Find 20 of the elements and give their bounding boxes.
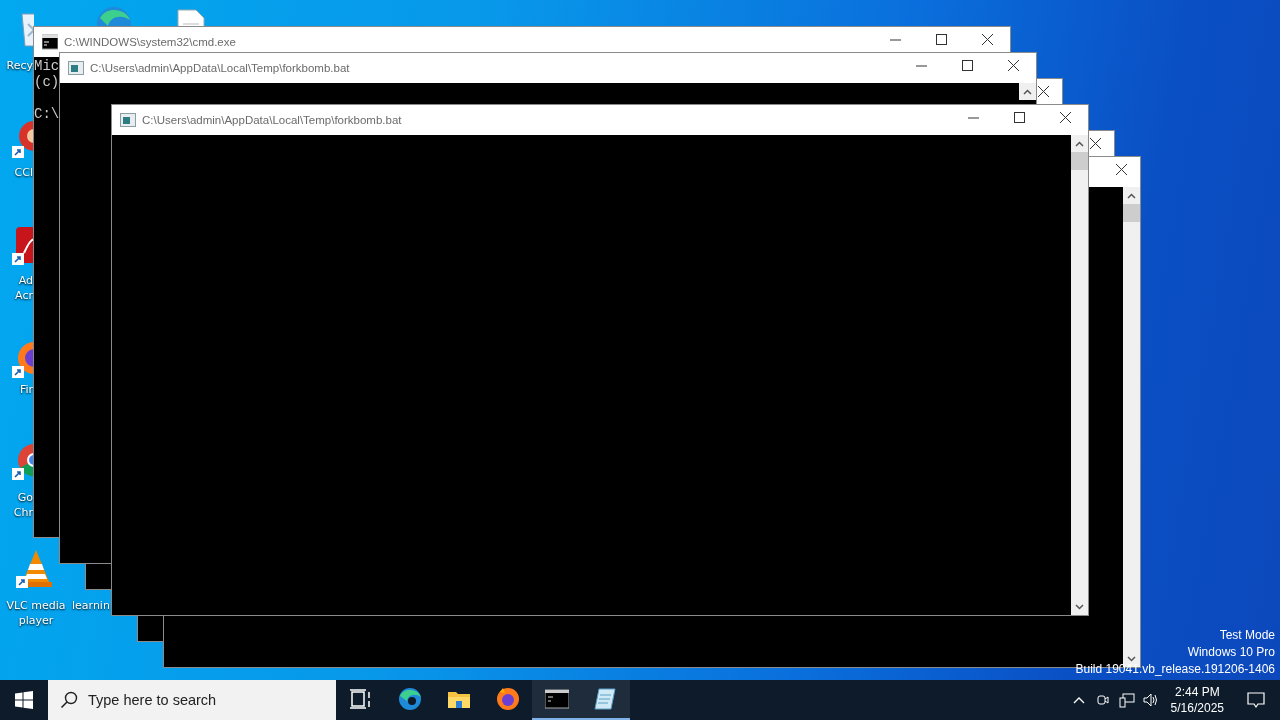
console-text: Mic (34, 58, 60, 74)
window-title: C:\Users\admin\AppData\Local\Temp\forkbomb.bat (90, 62, 350, 74)
icon-label: VLC media (6, 598, 66, 613)
console-prompt: C:\ (34, 106, 60, 122)
search-field[interactable]: Type here to search (48, 680, 336, 720)
icon-label: player (18, 613, 54, 628)
icon-label: Go (17, 490, 33, 505)
icon-label: Acr (15, 288, 33, 303)
icon-label: Fir (19, 382, 33, 397)
console-text: (c) (34, 74, 60, 90)
clock[interactable]: 2:44 PM 5/16/2025 (1162, 680, 1232, 720)
icon-label: Ad (18, 273, 33, 288)
watermark-text: Windows 10 Pro (1187, 644, 1275, 661)
window-title: C:\Users\admin\AppData\Local\Temp\forkbomb.bat (142, 114, 402, 126)
icon-label: CCl (14, 165, 33, 180)
watermark-text: Test Mode (1219, 627, 1275, 644)
icon-label: Recy (6, 58, 33, 73)
icon-label: learnin (72, 598, 110, 613)
window-title: C:\WINDOWS\system32\cmd.exe (64, 36, 236, 48)
icon-label: Chr (13, 505, 33, 520)
